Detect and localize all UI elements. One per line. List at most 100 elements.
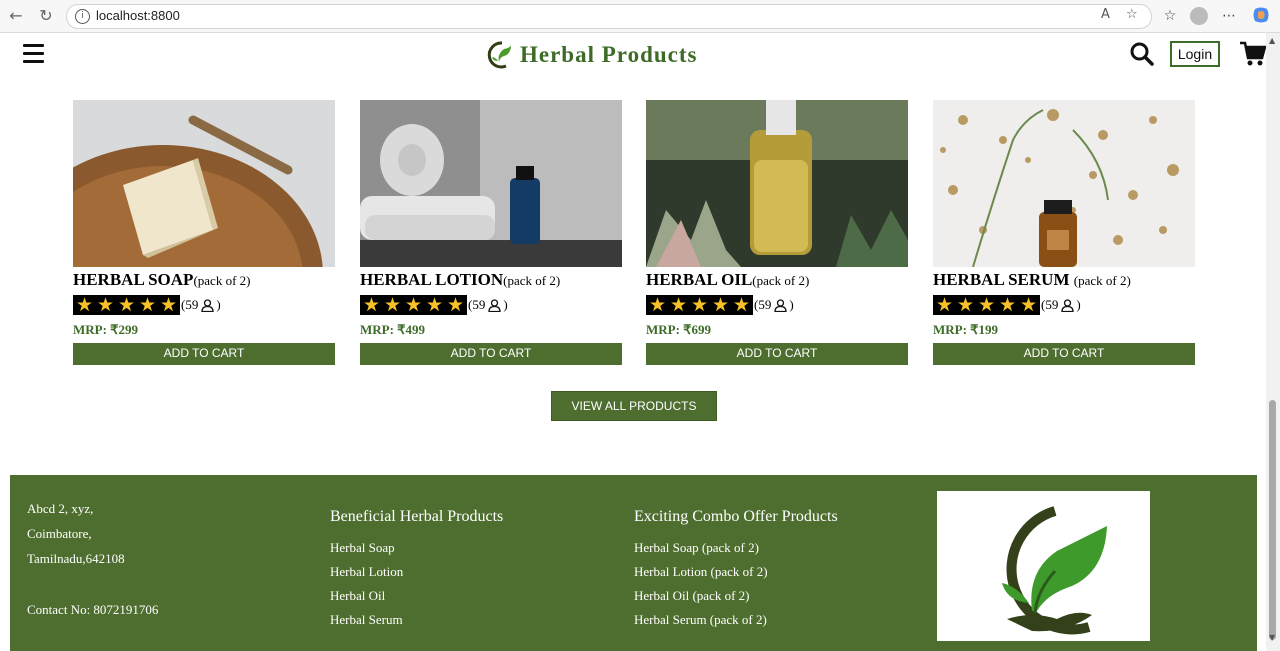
product-name[interactable]: HERBAL SERUM <box>933 270 1074 289</box>
site-footer: Abcd 2, xyz, Coimbatore, Tamilnadu,64210… <box>10 475 1257 651</box>
star-icon: ★ <box>648 294 667 316</box>
footer-address: Abcd 2, xyz, Coimbatore, Tamilnadu,64210… <box>27 496 125 571</box>
serum-image[interactable] <box>933 100 1195 267</box>
add-to-cart-button[interactable]: ADD TO CART <box>933 343 1195 365</box>
address-url[interactable]: localhost:8800 <box>96 8 180 23</box>
product-card: HERBAL SERUM (pack of 2) ★ ★ ★ ★ ★ (59 ) MRP… <box>933 100 1195 365</box>
product-pack: (pack of 2) <box>752 273 810 288</box>
copilot-icon[interactable] <box>1251 6 1271 26</box>
review-count: (59 <box>468 297 486 312</box>
add-to-cart-button[interactable]: ADD TO CART <box>360 343 622 365</box>
product-rating: ★ ★ ★ ★ ★ (59 ) <box>360 294 622 316</box>
page-scrollbar[interactable]: ▲ ▼ <box>1266 33 1280 651</box>
oil-image[interactable] <box>646 100 908 267</box>
search-icon[interactable] <box>1129 41 1155 67</box>
product-rating: ★ ★ ★ ★ ★ (59 ) <box>73 294 335 316</box>
site-header: Herbal Products Login <box>0 33 1267 77</box>
favorite-star-icon[interactable]: ☆ <box>1126 7 1138 22</box>
scroll-up-icon[interactable]: ▲ <box>1269 36 1275 45</box>
footer-link-herbal-oil[interactable]: Herbal Oil <box>330 588 503 612</box>
reload-icon[interactable]: ↻ <box>36 6 56 26</box>
star-icon: ★ <box>998 294 1017 316</box>
star-icon: ★ <box>690 294 709 316</box>
product-card: HERBAL OIL(pack of 2) ★ ★ ★ ★ ★ (59 ) MRP: ₹… <box>646 100 908 365</box>
address-line: Coimbatore, <box>27 526 92 541</box>
review-count: (59 <box>181 297 199 312</box>
brand-logo-link[interactable]: Herbal Products <box>484 39 697 71</box>
product-price: MRP: ₹299 <box>73 322 138 337</box>
profile-avatar-icon[interactable] <box>1190 7 1208 25</box>
star-icon: ★ <box>75 294 94 316</box>
user-icon <box>201 298 214 312</box>
footer-link-soap-combo[interactable]: Herbal Soap (pack of 2) <box>634 540 838 564</box>
star-icon: ★ <box>446 294 465 316</box>
review-count: (59 <box>1041 297 1059 312</box>
product-price: MRP: ₹699 <box>646 322 711 337</box>
footer-link-oil-combo[interactable]: Herbal Oil (pack of 2) <box>634 588 838 612</box>
star-icon: ★ <box>711 294 730 316</box>
footer-link-herbal-lotion[interactable]: Herbal Lotion <box>330 564 503 588</box>
more-menu-icon[interactable]: ⋯ <box>1219 6 1239 26</box>
product-card: HERBAL SOAP(pack of 2) ★ ★ ★ ★ ★ (59 ) MRP: … <box>73 100 335 365</box>
brand-title: Herbal Products <box>520 42 698 67</box>
scroll-down-icon[interactable]: ▼ <box>1269 633 1275 642</box>
star-icon: ★ <box>425 294 444 316</box>
leaf-logo-icon <box>487 41 511 69</box>
user-icon <box>1061 298 1074 312</box>
product-pack: (pack of 2) <box>503 273 561 288</box>
favorites-icon[interactable]: ☆ <box>1160 6 1180 26</box>
star-icon: ★ <box>669 294 688 316</box>
star-icon: ★ <box>96 294 115 316</box>
star-icon: ★ <box>977 294 996 316</box>
footer-link-herbal-serum[interactable]: Herbal Serum <box>330 612 503 636</box>
soap-image[interactable] <box>73 100 335 267</box>
review-count-close: ) <box>789 297 794 312</box>
footer-logo <box>937 491 1150 641</box>
hamburger-menu-icon[interactable] <box>23 44 44 63</box>
footer-products-column: Beneficial Herbal Products Herbal Soap H… <box>330 508 503 636</box>
cart-icon[interactable] <box>1239 40 1267 68</box>
footer-link-herbal-soap[interactable]: Herbal Soap <box>330 540 503 564</box>
login-button[interactable]: Login <box>1170 41 1220 67</box>
review-count: (59 <box>754 297 772 312</box>
read-aloud-icon[interactable]: A <box>1101 7 1110 22</box>
leaf-hand-logo-icon <box>1002 506 1107 635</box>
product-rating: ★ ★ ★ ★ ★ (59 ) <box>646 294 908 316</box>
review-count-close: ) <box>1076 297 1081 312</box>
product-rating: ★ ★ ★ ★ ★ (59 ) <box>933 294 1195 316</box>
star-icon: ★ <box>1019 294 1038 316</box>
user-icon <box>774 298 787 312</box>
product-pack: (pack of 2) <box>193 273 251 288</box>
site-info-icon[interactable]: i <box>75 9 90 24</box>
product-price: MRP: ₹199 <box>933 322 998 337</box>
product-name[interactable]: HERBAL SOAP <box>73 270 193 289</box>
review-count-close: ) <box>216 297 221 312</box>
footer-link-lotion-combo[interactable]: Herbal Lotion (pack of 2) <box>634 564 838 588</box>
star-icon: ★ <box>117 294 136 316</box>
footer-combo-column: Exciting Combo Offer Products Herbal Soa… <box>634 508 838 636</box>
scrollbar-thumb[interactable] <box>1269 400 1276 640</box>
rating-stars: ★ ★ ★ ★ ★ <box>360 295 467 315</box>
star-icon: ★ <box>362 294 381 316</box>
star-icon: ★ <box>956 294 975 316</box>
star-icon: ★ <box>138 294 157 316</box>
browser-toolbar: ← ↻ i localhost:8800 A ☆ ☆ ⋯ <box>0 0 1280 33</box>
product-name[interactable]: HERBAL OIL <box>646 270 752 289</box>
product-price: MRP: ₹499 <box>360 322 425 337</box>
address-line: Tamilnadu,642108 <box>27 551 125 566</box>
user-icon <box>488 298 501 312</box>
view-all-products-button[interactable]: VIEW ALL PRODUCTS <box>551 391 717 421</box>
rating-stars: ★ ★ ★ ★ ★ <box>73 295 180 315</box>
lotion-image[interactable] <box>360 100 622 267</box>
product-pack: (pack of 2) <box>1073 273 1131 288</box>
back-icon[interactable]: ← <box>6 6 26 26</box>
star-icon: ★ <box>383 294 402 316</box>
add-to-cart-button[interactable]: ADD TO CART <box>646 343 908 365</box>
rating-stars: ★ ★ ★ ★ ★ <box>933 295 1040 315</box>
add-to-cart-button[interactable]: ADD TO CART <box>73 343 335 365</box>
product-name[interactable]: HERBAL LOTION <box>360 270 503 289</box>
address-bar[interactable]: i localhost:8800 A ☆ <box>66 4 1152 29</box>
star-icon: ★ <box>732 294 751 316</box>
footer-link-serum-combo[interactable]: Herbal Serum (pack of 2) <box>634 612 838 636</box>
review-count-close: ) <box>503 297 508 312</box>
